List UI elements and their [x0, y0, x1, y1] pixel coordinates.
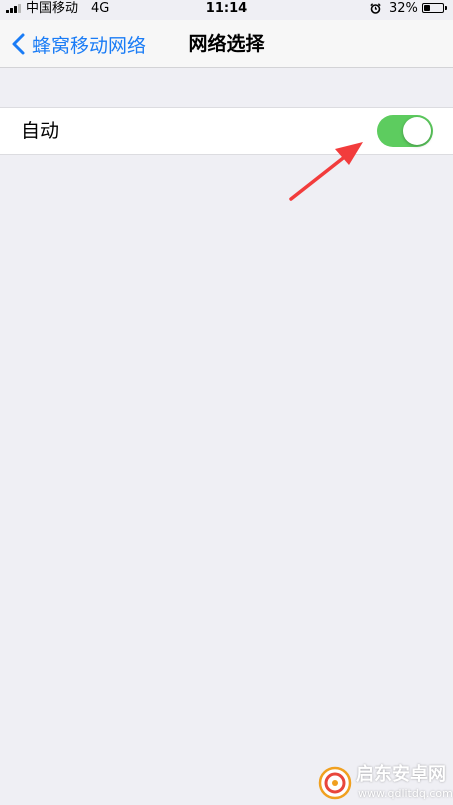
alarm-clock-icon — [370, 3, 381, 14]
back-button-label: 蜂窝移动网络 — [32, 34, 147, 57]
auto-network-cell: 自动 — [0, 107, 453, 155]
auto-network-toggle[interactable] — [377, 115, 433, 147]
status-time: 11:14 — [205, 1, 248, 16]
toggle-knob — [403, 117, 431, 145]
watermark-title: 启东安卓网 — [356, 764, 446, 785]
watermark-logo-icon — [318, 766, 352, 800]
red-arrow-icon — [289, 142, 363, 201]
status-bar: 中国移动 4G 11:14 32% — [0, 0, 453, 20]
battery-icon — [422, 3, 447, 13]
navigation-bar: 网络选择 蜂窝移动网络 — [0, 20, 453, 68]
auto-label: 自动 — [21, 120, 60, 142]
battery-level-fill — [424, 5, 430, 11]
battery-percentage: 32% — [389, 1, 418, 16]
back-button[interactable]: 蜂窝移动网络 — [8, 20, 146, 68]
watermark-url: www.qdlitdq.com — [358, 787, 453, 800]
watermark: 启东安卓网 www.qdlitdq.com — [318, 762, 453, 805]
chevron-left-icon — [12, 33, 25, 55]
